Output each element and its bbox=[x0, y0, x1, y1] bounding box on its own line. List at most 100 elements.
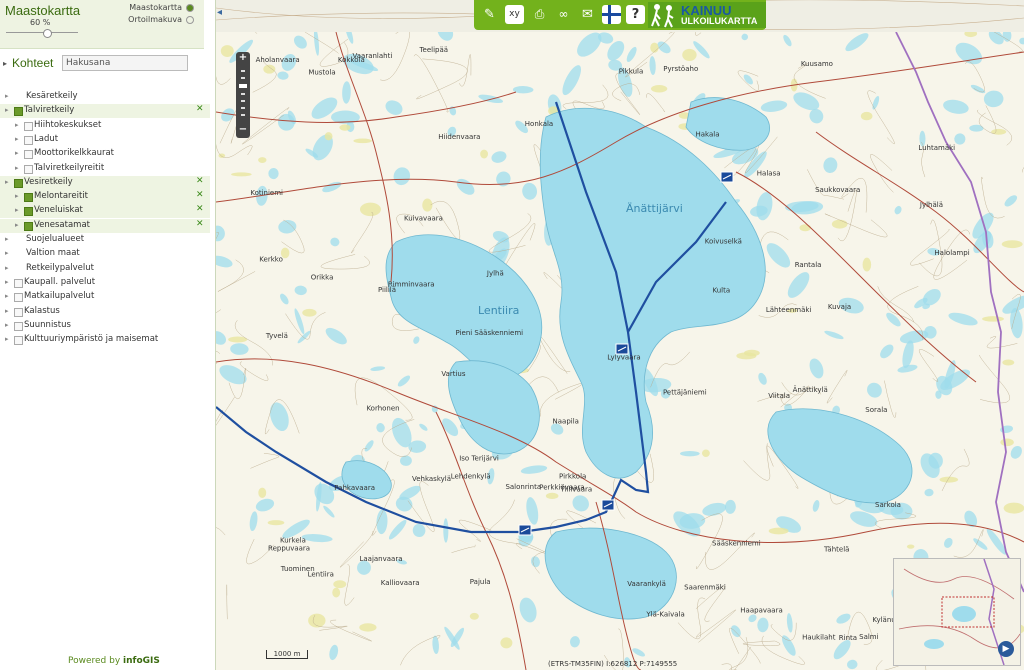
checkbox[interactable] bbox=[14, 178, 23, 188]
link-icon[interactable]: ∞ bbox=[554, 5, 573, 24]
zoom-level-tick[interactable] bbox=[241, 114, 245, 116]
expand-arrow-icon[interactable]: ▸ bbox=[15, 221, 19, 229]
place-name-label: Honkala bbox=[525, 120, 553, 128]
place-name-label: Teelipää bbox=[418, 46, 448, 54]
tree-item[interactable]: ▸ Kesäretkeily bbox=[0, 90, 210, 104]
checkbox[interactable] bbox=[24, 221, 33, 231]
checkbox[interactable] bbox=[14, 336, 23, 346]
expand-arrow-icon[interactable]: ▸ bbox=[3, 59, 7, 68]
tree-item[interactable]: ▸ Valtion maat bbox=[0, 247, 210, 261]
tree-item[interactable]: ▸ Vesiretkeily ✕ bbox=[0, 175, 210, 190]
remove-icon[interactable]: ✕ bbox=[196, 104, 204, 114]
zoom-level-tick[interactable] bbox=[241, 107, 245, 109]
zoom-level-tick[interactable] bbox=[241, 93, 245, 95]
expand-arrow-icon[interactable]: ▸ bbox=[15, 135, 19, 143]
radio-ortoilmakuva[interactable]: Ortoilmakuva bbox=[128, 15, 194, 24]
zoom-in-button[interactable]: + bbox=[238, 53, 248, 63]
zoom-level-tick[interactable] bbox=[241, 70, 245, 72]
expand-arrow-icon[interactable]: ▸ bbox=[15, 164, 19, 172]
tree-item[interactable]: ▸ Talviretkeily ✕ bbox=[0, 104, 210, 119]
place-name-label: Salmi bbox=[859, 633, 878, 641]
xy-coordinate-icon[interactable]: xy bbox=[505, 5, 524, 24]
tree-item[interactable]: ▸ Kulttuuriympäristö ja maisemat bbox=[0, 333, 210, 347]
tree-item[interactable]: ▸ Matkailupalvelut bbox=[0, 290, 210, 304]
zoom-level-tick[interactable] bbox=[241, 77, 245, 79]
scale-bar: 1000 m bbox=[266, 650, 308, 659]
tree-item[interactable]: ▸ Veneluiskat ✕ bbox=[0, 204, 210, 219]
pencil-icon[interactable]: ✎ bbox=[480, 5, 499, 24]
checkbox[interactable] bbox=[24, 121, 33, 131]
zoom-out-button[interactable]: − bbox=[238, 125, 248, 135]
radio-label: Maastokartta bbox=[129, 3, 182, 12]
tree-item-label: Veneluiskat bbox=[34, 205, 83, 216]
checkbox[interactable] bbox=[14, 278, 23, 288]
search-input[interactable] bbox=[62, 55, 188, 71]
remove-icon[interactable]: ✕ bbox=[196, 176, 204, 186]
checkbox[interactable] bbox=[24, 150, 33, 160]
tree-item[interactable]: ▸ Hiihtokeskukset bbox=[0, 119, 210, 133]
expand-arrow-icon[interactable]: ▸ bbox=[5, 307, 9, 315]
field-patch bbox=[263, 64, 276, 74]
tree-item[interactable]: ▸ Retkeilypalvelut bbox=[0, 262, 210, 276]
field-patch bbox=[799, 224, 812, 232]
checkbox[interactable] bbox=[24, 135, 33, 145]
field-patch bbox=[480, 149, 489, 159]
checkbox[interactable] bbox=[14, 293, 23, 303]
tree-item[interactable]: ▸ Moottorikelkkaurat bbox=[0, 147, 210, 161]
tree-item[interactable]: ▸ Ladut bbox=[0, 133, 210, 147]
checkbox[interactable] bbox=[24, 193, 33, 203]
collapse-panel-arrow-icon[interactable]: ◂ bbox=[217, 7, 222, 18]
place-name-label: Koivuselkä bbox=[705, 237, 742, 245]
radio-maastokartta[interactable]: Maastokartta bbox=[129, 3, 194, 12]
checkbox[interactable] bbox=[24, 207, 33, 217]
expand-arrow-icon[interactable]: ▸ bbox=[5, 235, 9, 243]
place-name-label: Rimminvaara bbox=[388, 280, 435, 288]
powered-by[interactable]: Powered by infoGIS bbox=[68, 656, 160, 666]
expand-arrow-icon[interactable]: ▸ bbox=[5, 321, 9, 329]
tree-item[interactable]: ▸ Kalastus bbox=[0, 305, 210, 319]
checkbox[interactable] bbox=[14, 307, 23, 317]
remove-icon[interactable]: ✕ bbox=[196, 190, 204, 200]
expand-arrow-icon[interactable]: ▸ bbox=[15, 192, 19, 200]
checkbox[interactable] bbox=[14, 321, 23, 331]
mail-icon[interactable]: ✉ bbox=[578, 5, 597, 24]
checkbox[interactable] bbox=[24, 164, 33, 174]
radio-button-selected[interactable] bbox=[186, 3, 194, 12]
expand-arrow-icon[interactable]: ▸ bbox=[5, 292, 9, 300]
zoom-level-tick[interactable] bbox=[241, 100, 245, 102]
overview-toggle-icon[interactable]: ▶ bbox=[998, 641, 1014, 657]
tree-item-label: Suojelualueet bbox=[26, 234, 85, 244]
print-icon[interactable]: ⎙ bbox=[530, 5, 549, 24]
expand-arrow-icon[interactable]: ▸ bbox=[15, 121, 19, 129]
opacity-slider-track[interactable] bbox=[6, 32, 78, 33]
tree-item-label: Talviretkeily bbox=[24, 105, 75, 116]
remove-icon[interactable]: ✕ bbox=[196, 204, 204, 214]
place-name-label: Jylhälä bbox=[919, 201, 943, 209]
expand-arrow-icon[interactable]: ▸ bbox=[5, 278, 9, 286]
tree-item[interactable]: ▸ Kaupall. palvelut bbox=[0, 276, 210, 290]
tree-item[interactable]: ▸ Suunnistus bbox=[0, 319, 210, 333]
help-icon[interactable]: ? bbox=[626, 5, 645, 24]
tree-item-label: Vesiretkeily bbox=[24, 176, 73, 187]
place-name-label: Kerkko bbox=[259, 255, 283, 263]
expand-arrow-icon[interactable]: ▸ bbox=[5, 106, 9, 114]
zoom-slider-handle[interactable] bbox=[239, 84, 247, 88]
tree-item[interactable]: ▸ Talviretkeilyreitit bbox=[0, 162, 210, 176]
field-patch bbox=[650, 85, 668, 93]
tree-item[interactable]: ▸ Melontareitit ✕ bbox=[0, 190, 210, 205]
radio-button[interactable] bbox=[186, 15, 194, 24]
kohteet-heading: Kohteet bbox=[12, 56, 54, 70]
tree-item[interactable]: ▸ Venesatamat ✕ bbox=[0, 218, 210, 233]
expand-arrow-icon[interactable]: ▸ bbox=[5, 264, 9, 272]
expand-arrow-icon[interactable]: ▸ bbox=[5, 249, 9, 257]
expand-arrow-icon[interactable]: ▸ bbox=[5, 92, 9, 100]
expand-arrow-icon[interactable]: ▸ bbox=[15, 149, 19, 157]
opacity-slider-handle[interactable] bbox=[43, 29, 52, 38]
tree-item[interactable]: ▸ Suojelualueet bbox=[0, 233, 210, 247]
checkbox[interactable] bbox=[14, 107, 23, 117]
expand-arrow-icon[interactable]: ▸ bbox=[5, 335, 9, 343]
finnish-flag-icon[interactable] bbox=[602, 5, 621, 24]
expand-arrow-icon[interactable]: ▸ bbox=[5, 178, 9, 186]
expand-arrow-icon[interactable]: ▸ bbox=[15, 206, 19, 214]
remove-icon[interactable]: ✕ bbox=[196, 219, 204, 229]
